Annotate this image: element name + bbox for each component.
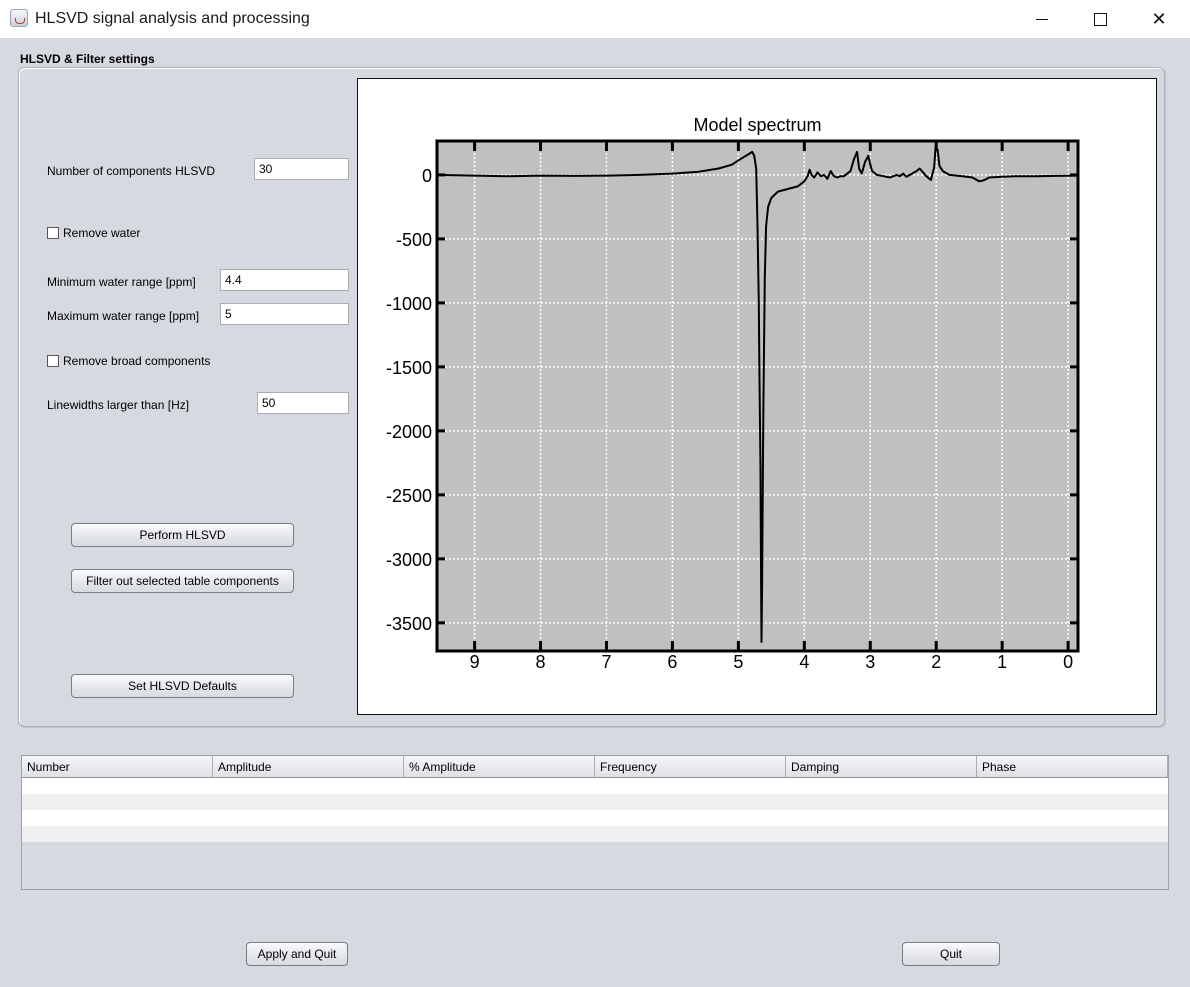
minimize-icon <box>1036 18 1048 20</box>
y-tick-label: -1500 <box>386 358 432 378</box>
column-header[interactable]: Phase <box>977 756 1168 777</box>
y-tick-label: -2000 <box>386 422 432 442</box>
close-button[interactable]: ✕ <box>1130 0 1188 38</box>
column-header[interactable]: Frequency <box>595 756 786 777</box>
apply-and-quit-button[interactable]: Apply and Quit <box>246 942 348 966</box>
remove-broad-label: Remove broad components <box>63 354 211 368</box>
maximize-button[interactable] <box>1071 0 1129 38</box>
y-tick-label: -1000 <box>386 294 432 314</box>
x-tick-label: 4 <box>799 652 809 672</box>
close-icon: ✕ <box>1151 8 1167 29</box>
y-tick-label: -3000 <box>386 550 432 570</box>
x-tick-label: 6 <box>667 652 677 672</box>
java-cup-icon <box>10 9 28 27</box>
x-tick-label: 3 <box>865 652 875 672</box>
y-tick-label: -2500 <box>386 486 432 506</box>
maximize-icon <box>1093 12 1107 26</box>
linewidth-label: Linewidths larger than [Hz] <box>47 398 190 412</box>
model-spectrum-chart: Model spectrum 9 8 7 6 5 4 3 2 1 0 0 -500 -1000 -1500 -… <box>386 115 1080 672</box>
perform-hlsvd-button[interactable]: Perform HLSVD <box>71 523 294 547</box>
remove-water-label: Remove water <box>63 226 141 240</box>
x-tick-label: 8 <box>536 652 546 672</box>
max-water-label: Maximum water range [ppm] <box>47 309 200 323</box>
chart-title: Model spectrum <box>693 115 821 135</box>
minimize-button[interactable] <box>1013 0 1071 38</box>
table-row[interactable] <box>22 794 1168 810</box>
table-row[interactable] <box>22 810 1168 826</box>
x-tick-label: 7 <box>601 652 611 672</box>
x-tick-label: 0 <box>1063 652 1073 672</box>
table-row[interactable] <box>22 778 1168 794</box>
chart-panel: Model spectrum 9 8 7 6 5 4 3 2 1 0 0 -500 -1000 -1500 -… <box>357 78 1157 715</box>
column-header[interactable]: Damping <box>786 756 977 777</box>
remove-broad-checkbox[interactable] <box>47 355 59 367</box>
column-header[interactable]: Number <box>22 756 213 777</box>
window-title: HLSVD signal analysis and processing <box>35 10 310 27</box>
x-tick-label: 5 <box>733 652 743 672</box>
quit-button[interactable]: Quit <box>902 942 1000 966</box>
filter-components-button[interactable]: Filter out selected table components <box>71 569 294 593</box>
column-header[interactable]: Amplitude <box>213 756 404 777</box>
title-bar: HLSVD signal analysis and processing ✕ <box>0 0 1190 39</box>
num-components-input[interactable] <box>254 158 349 180</box>
components-table: Number Amplitude% Amplitude Frequency Dampi… <box>21 755 1169 890</box>
x-tick-label: 9 <box>470 652 480 672</box>
num-components-label: Number of components HLSVD <box>47 164 216 178</box>
set-defaults-button[interactable]: Set HLSVD Defaults <box>71 674 294 698</box>
remove-water-checkbox[interactable] <box>47 227 59 239</box>
y-tick-label: 0 <box>422 166 432 186</box>
table-header: Number Amplitude% Amplitude Frequency Dampi… <box>22 756 1168 778</box>
x-tick-label: 1 <box>997 652 1007 672</box>
y-tick-label: -3500 <box>386 614 432 634</box>
linewidth-input[interactable] <box>257 392 349 414</box>
column-header[interactable]: % Amplitude <box>404 756 595 777</box>
x-tick-label: 2 <box>931 652 941 672</box>
y-tick-label: -500 <box>396 230 432 250</box>
max-water-input[interactable] <box>220 303 349 325</box>
min-water-input[interactable] <box>220 269 349 291</box>
min-water-label: Minimum water range [ppm] <box>47 275 196 289</box>
settings-group-label: HLSVD & Filter settings <box>20 52 155 66</box>
table-row[interactable] <box>22 826 1168 842</box>
